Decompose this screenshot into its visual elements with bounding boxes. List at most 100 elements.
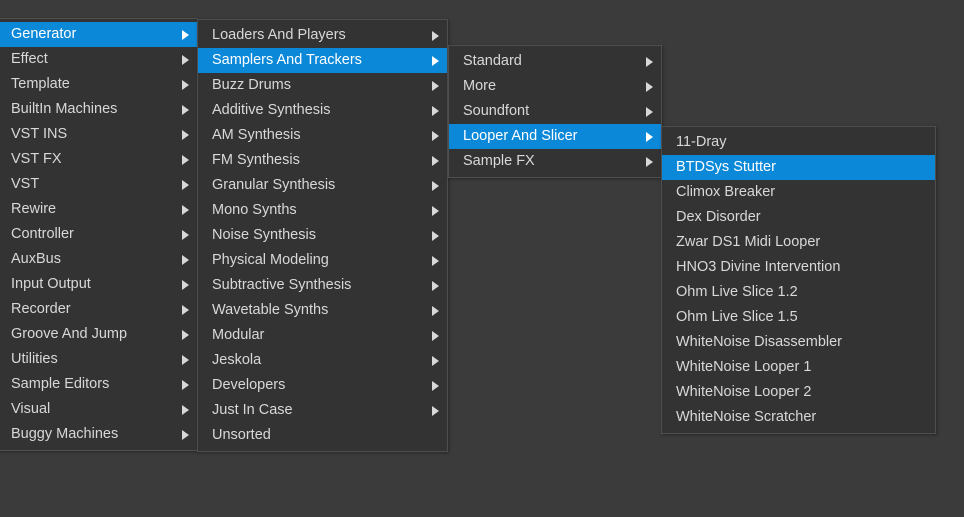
chevron-right-icon[interactable]	[429, 398, 441, 423]
menu-item-standard[interactable]: Standard	[449, 49, 661, 74]
menu-item-label: Jeskola	[212, 348, 419, 373]
menu-item-hno3-divine-intervention[interactable]: HNO3 Divine Intervention	[662, 255, 935, 280]
menu-item-vst-ins[interactable]: VST INS	[0, 122, 197, 147]
menu-item-developers[interactable]: Developers	[198, 373, 447, 398]
chevron-right-icon[interactable]	[429, 348, 441, 373]
menu-item-rewire[interactable]: Rewire	[0, 197, 197, 222]
chevron-right-icon[interactable]	[643, 49, 655, 74]
chevron-right-icon[interactable]	[643, 149, 655, 174]
menu-item-whitenoise-looper-2[interactable]: WhiteNoise Looper 2	[662, 380, 935, 405]
menu-item-buzz-drums[interactable]: Buzz Drums	[198, 73, 447, 98]
menu-item-physical-modeling[interactable]: Physical Modeling	[198, 248, 447, 273]
menu-item-ohm-live-slice-1-5[interactable]: Ohm Live Slice 1.5	[662, 305, 935, 330]
menu-item-visual[interactable]: Visual	[0, 397, 197, 422]
chevron-right-icon[interactable]	[179, 22, 191, 47]
chevron-right-icon[interactable]	[429, 273, 441, 298]
chevron-right-icon[interactable]	[429, 98, 441, 123]
chevron-right-icon[interactable]	[429, 148, 441, 173]
chevron-right-icon[interactable]	[179, 222, 191, 247]
menu-item-just-in-case[interactable]: Just In Case	[198, 398, 447, 423]
menu-item-loaders-and-players[interactable]: Loaders And Players	[198, 23, 447, 48]
menu-item-am-synthesis[interactable]: AM Synthesis	[198, 123, 447, 148]
chevron-right-icon[interactable]	[429, 323, 441, 348]
chevron-right-icon[interactable]	[429, 73, 441, 98]
chevron-right-icon[interactable]	[429, 198, 441, 223]
menu-item-effect[interactable]: Effect	[0, 47, 197, 72]
menu-item-whitenoise-scratcher[interactable]: WhiteNoise Scratcher	[662, 405, 935, 430]
chevron-right-icon[interactable]	[179, 172, 191, 197]
chevron-right-icon[interactable]	[429, 173, 441, 198]
menu-item-label: Dex Disorder	[676, 205, 907, 230]
menu-item-groove-and-jump[interactable]: Groove And Jump	[0, 322, 197, 347]
menu-item-fm-synthesis[interactable]: FM Synthesis	[198, 148, 447, 173]
menu-item-wavetable-synths[interactable]: Wavetable Synths	[198, 298, 447, 323]
chevron-right-icon[interactable]	[179, 197, 191, 222]
chevron-right-icon[interactable]	[179, 97, 191, 122]
menu-item-recorder[interactable]: Recorder	[0, 297, 197, 322]
menu-item-controller[interactable]: Controller	[0, 222, 197, 247]
menu-item-dex-disorder[interactable]: Dex Disorder	[662, 205, 935, 230]
menu-item-noise-synthesis[interactable]: Noise Synthesis	[198, 223, 447, 248]
chevron-right-icon[interactable]	[429, 23, 441, 48]
menu-item-label: Visual	[11, 397, 169, 422]
menu-item-label: Modular	[212, 323, 419, 348]
menu-item-label: WhiteNoise Looper 2	[676, 380, 907, 405]
menu-item-label: Loaders And Players	[212, 23, 419, 48]
menu-item-template[interactable]: Template	[0, 72, 197, 97]
menu-item-generator[interactable]: Generator	[0, 22, 197, 47]
menu-item-builtin-machines[interactable]: BuiltIn Machines	[0, 97, 197, 122]
menu-item-label: Climox Breaker	[676, 180, 907, 205]
menu-item-looper-and-slicer[interactable]: Looper And Slicer	[449, 124, 661, 149]
chevron-right-icon[interactable]	[429, 248, 441, 273]
menu-item-label: Groove And Jump	[11, 322, 169, 347]
menu-item-label: WhiteNoise Looper 1	[676, 355, 907, 380]
menu-item-label: Mono Synths	[212, 198, 419, 223]
menu-item-11-dray[interactable]: 11-Dray	[662, 130, 935, 155]
chevron-right-icon[interactable]	[179, 297, 191, 322]
menu-item-utilities[interactable]: Utilities	[0, 347, 197, 372]
menu-item-vst-fx[interactable]: VST FX	[0, 147, 197, 172]
chevron-right-icon[interactable]	[179, 47, 191, 72]
chevron-right-icon[interactable]	[179, 72, 191, 97]
menu-item-sample-editors[interactable]: Sample Editors	[0, 372, 197, 397]
menu-item-soundfont[interactable]: Soundfont	[449, 99, 661, 124]
menu-item-input-output[interactable]: Input Output	[0, 272, 197, 297]
menu-item-mono-synths[interactable]: Mono Synths	[198, 198, 447, 223]
chevron-right-icon[interactable]	[179, 347, 191, 372]
menu-item-climox-breaker[interactable]: Climox Breaker	[662, 180, 935, 205]
chevron-right-icon[interactable]	[429, 123, 441, 148]
chevron-right-icon[interactable]	[179, 147, 191, 172]
chevron-right-icon[interactable]	[179, 247, 191, 272]
menu-item-ohm-live-slice-1-2[interactable]: Ohm Live Slice 1.2	[662, 280, 935, 305]
menu-item-vst[interactable]: VST	[0, 172, 197, 197]
chevron-right-icon[interactable]	[179, 372, 191, 397]
menu-item-samplers-and-trackers[interactable]: Samplers And Trackers	[198, 48, 447, 73]
chevron-right-icon[interactable]	[179, 122, 191, 147]
menu-item-additive-synthesis[interactable]: Additive Synthesis	[198, 98, 447, 123]
chevron-right-icon[interactable]	[179, 322, 191, 347]
chevron-right-icon[interactable]	[429, 223, 441, 248]
menu-item-granular-synthesis[interactable]: Granular Synthesis	[198, 173, 447, 198]
chevron-right-icon[interactable]	[643, 124, 655, 149]
menu-item-zwar-ds1-midi-looper[interactable]: Zwar DS1 Midi Looper	[662, 230, 935, 255]
chevron-right-icon[interactable]	[643, 99, 655, 124]
chevron-right-icon[interactable]	[179, 272, 191, 297]
menu-item-label: Controller	[11, 222, 169, 247]
chevron-right-icon[interactable]	[179, 397, 191, 422]
menu-item-buggy-machines[interactable]: Buggy Machines	[0, 422, 197, 447]
menu-item-more[interactable]: More	[449, 74, 661, 99]
menu-item-auxbus[interactable]: AuxBus	[0, 247, 197, 272]
menu-item-subtractive-synthesis[interactable]: Subtractive Synthesis	[198, 273, 447, 298]
menu-item-unsorted[interactable]: Unsorted	[198, 423, 447, 448]
menu-item-whitenoise-disassembler[interactable]: WhiteNoise Disassembler	[662, 330, 935, 355]
menu-item-whitenoise-looper-1[interactable]: WhiteNoise Looper 1	[662, 355, 935, 380]
menu-item-jeskola[interactable]: Jeskola	[198, 348, 447, 373]
chevron-right-icon[interactable]	[643, 74, 655, 99]
menu-item-modular[interactable]: Modular	[198, 323, 447, 348]
menu-item-sample-fx[interactable]: Sample FX	[449, 149, 661, 174]
menu-item-btdsys-stutter[interactable]: BTDSys Stutter	[662, 155, 935, 180]
chevron-right-icon[interactable]	[429, 373, 441, 398]
chevron-right-icon[interactable]	[429, 48, 441, 73]
chevron-right-icon[interactable]	[179, 422, 191, 447]
chevron-right-icon[interactable]	[429, 298, 441, 323]
